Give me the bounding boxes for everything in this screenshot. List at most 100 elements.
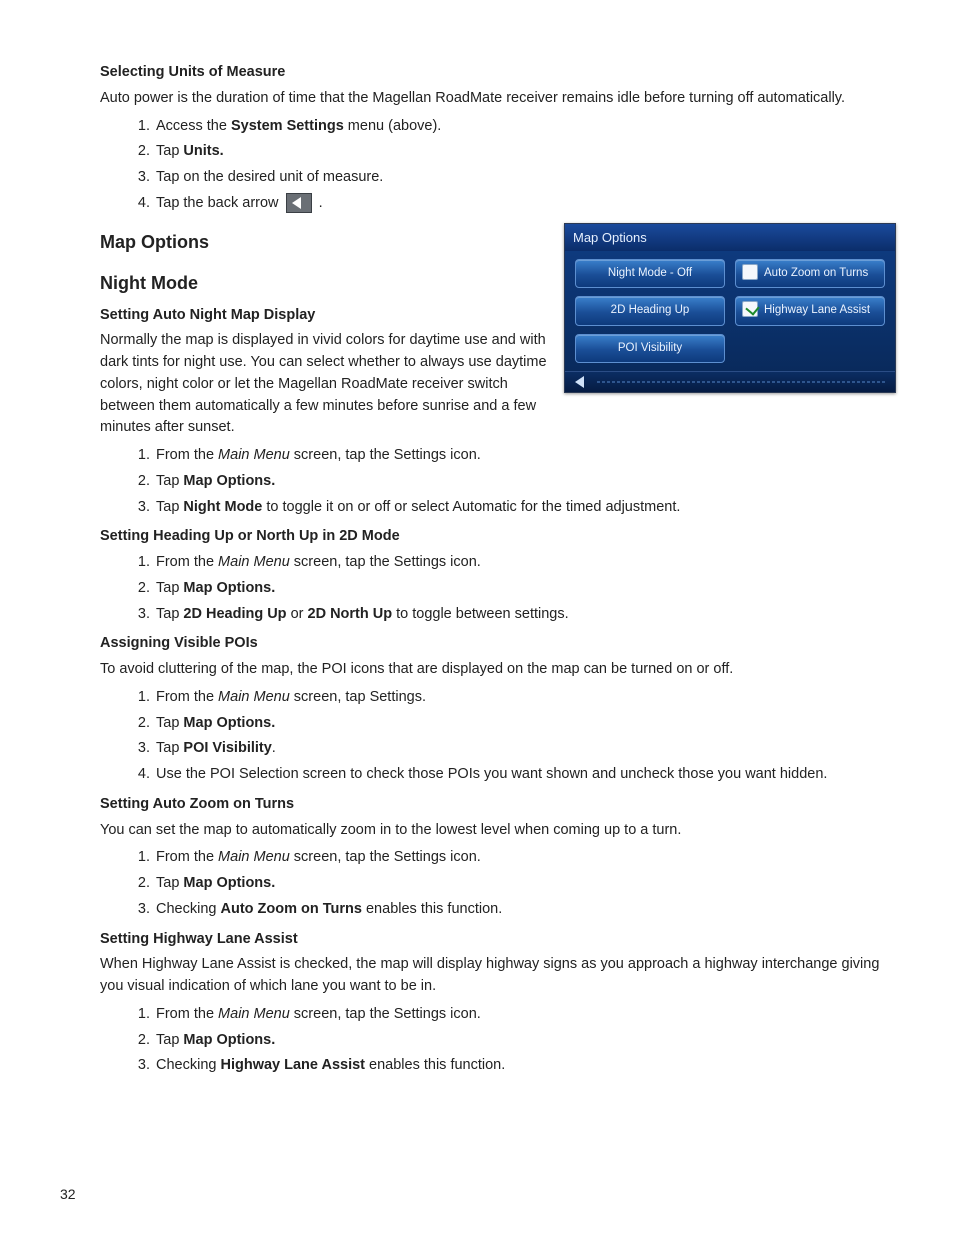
footer-dots — [597, 381, 887, 383]
step-item: From the Main Menu screen, tap the Setti… — [154, 445, 894, 467]
back-arrow-icon[interactable] — [565, 372, 595, 392]
text-bold: Units. — [183, 143, 223, 159]
para-auto-power: Auto power is the duration of time that … — [100, 88, 894, 110]
step-item: Tap Map Options. — [154, 873, 894, 895]
back-arrow-icon — [286, 193, 312, 213]
text: screen, tap the Settings icon. — [290, 554, 481, 570]
text-bold: Night Mode — [183, 499, 262, 515]
gps-titlebar: Map Options — [565, 224, 895, 252]
steps-visible-pois: From the Main Menu screen, tap Settings.… — [100, 687, 894, 786]
text: Tap — [156, 606, 183, 622]
highway-lane-checkbox[interactable]: Highway Lane Assist — [735, 296, 885, 325]
text: Tap — [156, 473, 183, 489]
text: Tap — [156, 143, 183, 159]
text-bold: POI Visibility — [183, 740, 271, 756]
text: or — [287, 606, 308, 622]
step-item: Access the System Settings menu (above). — [154, 116, 894, 138]
text: Tap the back arrow — [156, 195, 283, 211]
text-bold: Auto Zoom on Turns — [220, 901, 361, 917]
text-bold: Map Options. — [183, 580, 275, 596]
text: Tap — [156, 875, 183, 891]
text: screen, tap the Settings icon. — [290, 849, 481, 865]
night-mode-button[interactable]: Night Mode - Off — [575, 259, 725, 288]
text-bold: 2D North Up — [308, 606, 393, 622]
auto-zoom-checkbox[interactable]: Auto Zoom on Turns — [735, 259, 885, 288]
subheading-highway-lane: Setting Highway Lane Assist — [100, 929, 894, 951]
step-item: From the Main Menu screen, tap Settings. — [154, 687, 894, 709]
step-item: From the Main Menu screen, tap the Setti… — [154, 1004, 894, 1026]
step-item: Tap the back arrow . — [154, 193, 894, 215]
text-italic: Main Menu — [218, 1006, 290, 1022]
checkbox-unchecked-icon — [742, 264, 758, 280]
text: From the — [156, 447, 218, 463]
para-auto-zoom: You can set the map to automatically zoo… — [100, 820, 894, 842]
text-bold: Map Options. — [183, 473, 275, 489]
step-item: Tap Map Options. — [154, 1030, 894, 1052]
text: Tap — [156, 1032, 183, 1048]
text-bold: System Settings — [231, 118, 344, 134]
checkbox-label: Highway Lane Assist — [764, 304, 870, 316]
text-bold: Map Options. — [183, 1032, 275, 1048]
steps-auto-zoom: From the Main Menu screen, tap the Setti… — [100, 847, 894, 920]
text: screen, tap Settings. — [290, 689, 426, 705]
text: screen, tap the Settings icon. — [290, 447, 481, 463]
page-number: 32 — [60, 1184, 76, 1205]
step-item: Tap Units. — [154, 141, 894, 163]
para-highway-lane: When Highway Lane Assist is checked, the… — [100, 954, 894, 998]
steps-units: Access the System Settings menu (above).… — [100, 116, 894, 215]
para-visible-pois: To avoid cluttering of the map, the POI … — [100, 659, 894, 681]
step-item: Tap Night Mode to toggle it on or off or… — [154, 497, 894, 519]
step-item: Tap Map Options. — [154, 578, 894, 600]
step-item: From the Main Menu screen, tap the Setti… — [154, 847, 894, 869]
step-item: Tap Map Options. — [154, 471, 894, 493]
subheading-auto-zoom: Setting Auto Zoom on Turns — [100, 794, 894, 816]
text-bold: Highway Lane Assist — [220, 1057, 365, 1073]
text: to toggle it on or off or select Automat… — [262, 499, 680, 515]
text-bold: Map Options. — [183, 875, 275, 891]
text-italic: Main Menu — [218, 554, 290, 570]
step-item: Checking Auto Zoom on Turns enables this… — [154, 899, 894, 921]
step-item: Tap POI Visibility. — [154, 738, 894, 760]
text: From the — [156, 689, 218, 705]
text-italic: Main Menu — [218, 849, 290, 865]
text: . — [272, 740, 276, 756]
gps-col-left: Night Mode - Off 2D Heading Up POI Visib… — [575, 259, 725, 363]
text: Checking — [156, 1057, 220, 1073]
text: to toggle between settings. — [392, 606, 569, 622]
text-bold: 2D Heading Up — [183, 606, 286, 622]
text-italic: Main Menu — [218, 447, 290, 463]
gps-body: Night Mode - Off 2D Heading Up POI Visib… — [565, 251, 895, 371]
step-item: Tap Map Options. — [154, 713, 894, 735]
text: From the — [156, 849, 218, 865]
step-item: Checking Highway Lane Assist enables thi… — [154, 1055, 894, 1077]
text: Tap — [156, 715, 183, 731]
text: From the — [156, 554, 218, 570]
step-item: Tap on the desired unit of measure. — [154, 167, 894, 189]
text: Checking — [156, 901, 220, 917]
gps-screen: Map Options Night Mode - Off 2D Heading … — [564, 223, 896, 393]
heading-units-of-measure: Selecting Units of Measure — [100, 62, 894, 84]
step-item: From the Main Menu screen, tap the Setti… — [154, 552, 894, 574]
subheading-heading-up: Setting Heading Up or North Up in 2D Mod… — [100, 526, 894, 548]
subheading-visible-pois: Assigning Visible POIs — [100, 633, 894, 655]
gps-col-right: Auto Zoom on Turns Highway Lane Assist — [735, 259, 885, 363]
figure-map-options: Map Options Night Mode - Off 2D Heading … — [564, 223, 894, 393]
steps-night-mode: From the Main Menu screen, tap the Setti… — [100, 445, 894, 518]
steps-heading-up: From the Main Menu screen, tap the Setti… — [100, 552, 894, 625]
step-item: Tap 2D Heading Up or 2D North Up to togg… — [154, 604, 894, 626]
text: Access the — [156, 118, 231, 134]
steps-highway-lane: From the Main Menu screen, tap the Setti… — [100, 1004, 894, 1077]
text: menu (above). — [344, 118, 442, 134]
text: enables this function. — [365, 1057, 505, 1073]
text: From the — [156, 1006, 218, 1022]
text: enables this function. — [362, 901, 502, 917]
heading-up-button[interactable]: 2D Heading Up — [575, 296, 725, 325]
text: screen, tap the Settings icon. — [290, 1006, 481, 1022]
text: . — [315, 195, 323, 211]
checkbox-checked-icon — [742, 301, 758, 317]
poi-visibility-button[interactable]: POI Visibility — [575, 334, 725, 363]
text-bold: Map Options. — [183, 715, 275, 731]
text: Tap — [156, 580, 183, 596]
step-item: Use the POI Selection screen to check th… — [154, 764, 894, 786]
text: Tap — [156, 740, 183, 756]
